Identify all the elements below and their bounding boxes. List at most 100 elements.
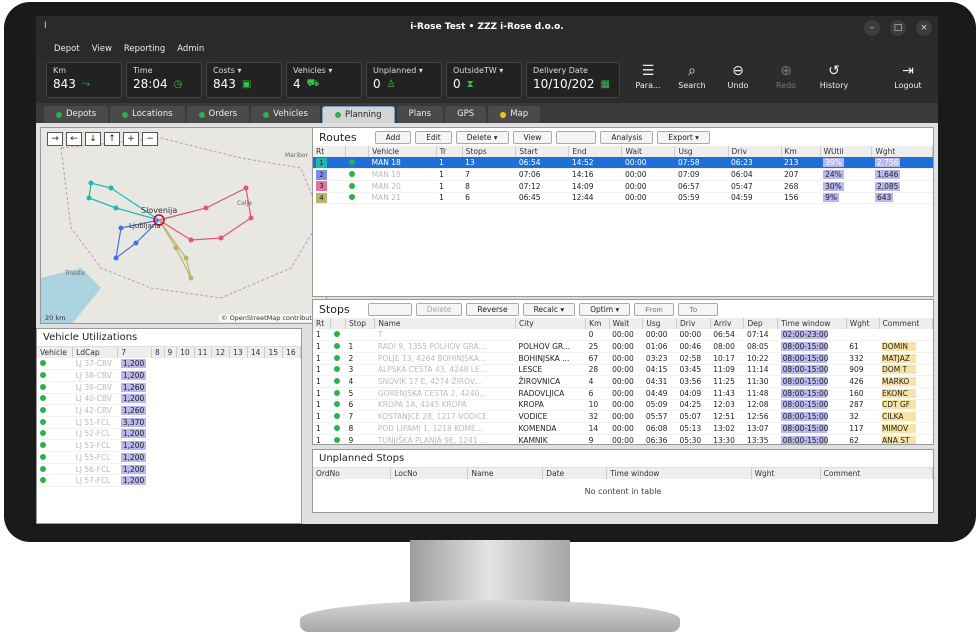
table-row[interactable]: LJ 56-FCL 1,200 [37,463,301,476]
search-button[interactable]: ⌕ Search [670,63,714,90]
column-header[interactable] [330,318,347,329]
redo-button[interactable]: ⊕ Redo [764,63,808,90]
tab-plans[interactable]: Plans [396,106,444,123]
table-row[interactable]: LJ 55-FCL 1,200 [37,451,301,464]
column-header[interactable]: Km [585,318,610,329]
pan-up-button[interactable]: ↑ [104,132,120,146]
menu-depot[interactable]: Depot [54,44,80,54]
recalc-button[interactable]: Recalc ▾ [522,302,576,316]
column-header[interactable]: Usg [674,146,729,157]
tab-gps[interactable]: GPS [445,106,487,123]
column-header[interactable]: LdCap [72,347,119,358]
analysis-button[interactable]: Analysis [600,130,654,144]
minimize-icon[interactable]: – [864,20,880,36]
kpi-unplanned[interactable]: Unplanned ▾ 0 ♙ [366,62,442,98]
pan-right-button[interactable]: → [47,132,63,146]
column-header[interactable]: 9 [164,347,178,358]
column-header[interactable]: 7 [117,347,152,358]
tab-vehicles[interactable]: Vehicles [251,106,320,123]
kpi-vehicles[interactable]: Vehicles ▾ 4 ⛟ [286,62,362,98]
column-header[interactable]: 10 [176,347,195,358]
optim-button[interactable]: Optim ▾ [579,302,631,316]
column-header[interactable]: Driv [676,318,711,329]
column-header[interactable]: Start [515,146,570,157]
table-row[interactable]: 1 7 KOSTANJCE 28, 1217 VODICE VODICE 32 00:00… [313,410,933,423]
table-row[interactable]: 3 MAN 20 1 8 07:12 14:09 00:00 06:57 05:47 268 30%… [313,180,933,193]
view-route-button[interactable]: View [512,130,553,144]
column-header[interactable]: Date [542,468,608,479]
column-header[interactable]: LocNo [390,468,469,479]
table-row[interactable]: 1 8 POD LIPAMI 1, 1218 KOME... KOMENDA 14 00:… [313,422,933,435]
column-header[interactable]: Wght [751,468,821,479]
params-button[interactable]: ☰ Para... [626,63,670,90]
column-header[interactable]: Dep [743,318,779,329]
table-row[interactable]: 1 5 GORENJSKA CESTA 2, 4240... RADOVLJICA 6 0… [313,387,933,400]
column-header[interactable]: Driv [728,146,782,157]
zoom-in-button[interactable]: + [123,132,139,146]
column-header[interactable]: 16 [282,347,301,358]
column-header[interactable]: Time window [777,318,847,329]
column-header[interactable]: 15 [264,347,284,358]
column-header[interactable]: 11 [194,347,213,358]
column-header[interactable]: Comment [820,468,933,479]
tab-locations[interactable]: Locations [110,106,185,123]
delete-stop-button[interactable]: Delete [415,302,463,316]
tab-depots[interactable]: Depots [44,106,109,123]
table-row[interactable]: LJ 37-CBV 1,200 [37,358,301,371]
tab-orders[interactable]: Orders [186,106,250,123]
column-header[interactable]: Wait [609,318,644,329]
column-header[interactable]: OrdNo [313,468,392,479]
column-header[interactable]: Name [374,318,517,329]
table-row[interactable]: LJ 39-CBV 1,260 [37,381,301,394]
reverse-button[interactable]: Reverse [466,302,519,316]
table-row[interactable]: LJ 57-FCL 1,200 [37,474,301,488]
column-header[interactable]: Rt [313,318,332,329]
table-row[interactable]: 1 6 KROPA 1A, 4245 KROPA KROPA 10 00:00 05:09 0… [313,399,933,412]
table-row[interactable]: 1 3 ALPSKA CESTA 43, 4248 LE... LESCE 28 00:0… [313,364,933,377]
table-row[interactable]: LJ 53-FCL 1,200 [37,439,301,452]
column-header[interactable]: Wght [846,318,880,329]
to-input[interactable] [678,302,719,316]
logout-button[interactable]: ⇥ Logout [886,63,930,90]
column-header[interactable]: Wait [621,146,676,157]
add-route-button[interactable]: Add [374,130,412,144]
column-header[interactable]: 12 [211,347,231,358]
table-row[interactable]: LJ 38-CBV 1,200 [37,369,301,382]
column-header[interactable]: Rt [313,146,347,157]
column-header[interactable]: Comment [879,318,933,329]
maximize-icon[interactable]: □ [890,20,906,36]
column-header[interactable]: Time window [606,468,752,479]
delete-route-button[interactable]: Delete ▾ [455,130,509,144]
disabled-route-button[interactable] [556,130,597,144]
kpi-km[interactable]: Km 843 ⤳ [46,62,122,98]
history-button[interactable]: ↺ History [812,63,856,90]
export-button[interactable]: Export ▾ [657,130,710,144]
table-row[interactable]: LJ 42-CBV 1,260 [37,404,301,417]
table-row[interactable]: 1 MAN 18 1 13 06:54 14:52 00:00 07:58 06:23 213 39… [313,157,933,170]
table-row[interactable]: 4 MAN 21 1 6 06:45 12:44 00:00 05:59 04:59 156 9% 6… [313,192,933,205]
column-header[interactable]: Arriv [710,318,745,329]
column-header[interactable]: End [568,146,623,157]
column-header[interactable]: Name [467,468,544,479]
route-map[interactable]: → ← ↓ ↑ + − Slovenija Ljubljana Trieste … [40,127,327,324]
column-header[interactable]: 13 [229,347,248,358]
column-header[interactable]: WUtil [820,146,873,157]
menu-view[interactable]: View [92,44,112,54]
from-input[interactable] [634,302,675,316]
table-row[interactable]: 1 4 SNOVIK 17 E, 4274 ŽIROV... ŽIROVNICA 4 00… [313,375,933,388]
column-header[interactable]: Km [781,146,821,157]
column-header[interactable]: City [515,318,587,329]
column-header[interactable]: 14 [247,347,266,358]
menu-admin[interactable]: Admin [177,44,204,54]
table-row[interactable]: LJ 51-FCL 3,370 [37,416,301,429]
kpi-costs[interactable]: Costs ▾ 843 ▣ [206,62,282,98]
table-row[interactable]: 2 MAN 19 1 7 07:06 14:16 00:00 07:09 06:04 207 24%… [313,168,933,181]
column-header[interactable]: Vehicle [368,146,437,157]
kpi-delivery-date[interactable]: Delivery Date 10/10/202 ▦ [526,62,620,98]
table-row[interactable]: 1 1 RADI 9, 1355 POLHOV GRA... POLHOV GR...… [313,340,933,353]
table-row[interactable]: 1 T 0 00:00 00:00 00:00 06:54 07:14 02:00-23:00 [313,329,933,342]
column-header[interactable]: Tr [436,146,463,157]
disabled-stop-button[interactable] [367,302,412,316]
table-row[interactable]: 1 9 TUNJIŠKA PLANJA 9E, 1241 ... KAMNIK 9 00:… [313,434,933,444]
close-icon[interactable]: × [916,20,932,36]
